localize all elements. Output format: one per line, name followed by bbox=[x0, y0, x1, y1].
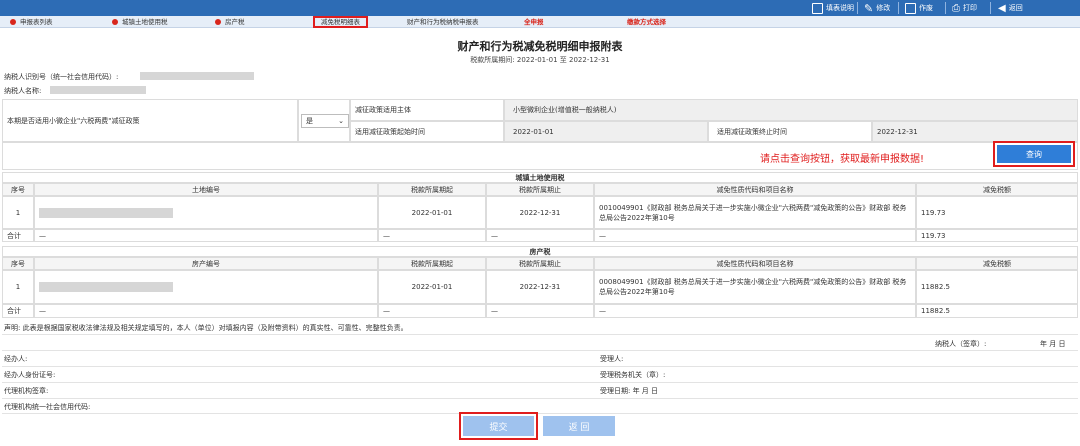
query-button[interactable]: 查询 bbox=[997, 145, 1071, 163]
red-dot-icon bbox=[215, 19, 221, 25]
house-row-code: 0008049901《财政部 税务总局关于进一步实施小微企业"六税两费"减免政策… bbox=[594, 270, 916, 304]
house-tax-section-title: 房产税 bbox=[2, 246, 1078, 257]
house-row-seq: 1 bbox=[2, 270, 34, 304]
policy-start-label: 适用减征政策起始时间 bbox=[350, 121, 504, 142]
house-row-number bbox=[34, 270, 378, 304]
tax-period: 税款所属期间: 2022-01-01 至 2022-12-31 bbox=[470, 56, 610, 64]
col-period-end: 税款所属期止 bbox=[486, 183, 594, 196]
policy-end-value: 2022-12-31 bbox=[872, 121, 1078, 142]
col-period-start: 税款所属期起 bbox=[378, 183, 486, 196]
tab-land-use-tax[interactable]: 城镇土地使用税 bbox=[112, 16, 168, 28]
land-row-code: 0010049901《财政部 税务总局关于进一步实施小微企业"六税两费"减免政策… bbox=[594, 196, 916, 229]
tab-tax-relief-detail[interactable]: 减免税明细表 bbox=[313, 16, 368, 28]
land-row-start: 2022-01-01 bbox=[378, 196, 486, 229]
void-document-icon bbox=[905, 2, 916, 14]
top-toolbar: 填表说明 ✎ 修改 作废 ⎙ 打印 ◀ 返回 bbox=[0, 0, 1080, 16]
red-dot-icon bbox=[10, 19, 16, 25]
list-icon bbox=[812, 2, 823, 14]
agency-code-label: 代理机构统一社会信用代码: bbox=[4, 403, 91, 411]
col-period-end: 税款所属期止 bbox=[486, 257, 594, 270]
taxpayer-sign-date: 年 月 日 bbox=[1040, 340, 1066, 348]
page-title: 财产和行为税减免税明细申报附表 bbox=[457, 40, 623, 53]
tab-bar: 申报表列表 城镇土地使用税 房产税 减免税明细表 财产和行为税纳税申报表 全申报… bbox=[0, 16, 1080, 28]
policy-end-label: 适用减征政策终止时间 bbox=[708, 121, 872, 142]
declaration-text: 声明: 此表是根据国家税收法律法规及相关规定填写的，本人（单位）对填报内容（及附… bbox=[4, 324, 408, 332]
edit-pen-icon: ✎ bbox=[864, 1, 874, 15]
col-seq: 序号 bbox=[2, 257, 34, 270]
land-row-seq: 1 bbox=[2, 196, 34, 229]
submit-button[interactable]: 提交 bbox=[463, 416, 534, 436]
edit-button[interactable]: ✎ 修改 bbox=[864, 0, 890, 16]
policy-subject-value: 小型微利企业(增值税一般纳税人) bbox=[504, 99, 1078, 121]
land-tax-section-title: 城镇土地使用税 bbox=[2, 172, 1078, 183]
tab-property-behavior-tax[interactable]: 财产和行为税纳税申报表 bbox=[407, 16, 479, 28]
policy-answer-select[interactable]: 是 ⌄ bbox=[301, 113, 349, 128]
print-button[interactable]: ⎙ 打印 bbox=[952, 0, 977, 16]
receiver-label: 受理人: bbox=[600, 355, 624, 363]
masked-taxpayer-name bbox=[50, 86, 146, 94]
red-dot-icon bbox=[112, 19, 118, 25]
masked-house-number bbox=[39, 282, 173, 292]
agent-label: 经办人: bbox=[4, 355, 28, 363]
back-button[interactable]: ◀ 返回 bbox=[998, 0, 1023, 16]
chevron-down-icon: ⌄ bbox=[338, 116, 344, 125]
house-row-amount: 11882.5 bbox=[916, 270, 1078, 304]
policy-start-value: 2022-01-01 bbox=[504, 121, 708, 142]
policy-subject-label: 减征政策适用主体 bbox=[350, 99, 504, 121]
return-button[interactable]: 返 回 bbox=[543, 416, 615, 436]
house-total-label: 合计 bbox=[2, 304, 34, 318]
col-relief-amount: 减免税额 bbox=[916, 183, 1078, 196]
tab-full-declaration[interactable]: 全申报 bbox=[524, 16, 544, 28]
agent-id-label: 经办人身份证号: bbox=[4, 371, 56, 379]
col-land-no: 土地编号 bbox=[34, 183, 378, 196]
house-total-amount: 11882.5 bbox=[916, 304, 1078, 318]
col-house-no: 房产编号 bbox=[34, 257, 378, 270]
col-seq: 序号 bbox=[2, 183, 34, 196]
col-period-start: 税款所属期起 bbox=[378, 257, 486, 270]
void-button[interactable]: 作废 bbox=[905, 0, 933, 16]
tab-declaration-list[interactable]: 申报表列表 bbox=[10, 16, 53, 28]
house-row-end: 2022-12-31 bbox=[486, 270, 594, 304]
land-total-label: 合计 bbox=[2, 229, 34, 242]
house-row-start: 2022-01-01 bbox=[378, 270, 486, 304]
col-relief-code: 减免性质代码和项目名称 bbox=[594, 183, 916, 196]
agency-sign-label: 代理机构签章: bbox=[4, 387, 49, 395]
masked-land-number bbox=[39, 207, 173, 218]
tax-office-label: 受理税务机关（章）: bbox=[600, 371, 666, 379]
land-row-end: 2022-12-31 bbox=[486, 196, 594, 229]
printer-icon: ⎙ bbox=[952, 2, 960, 14]
taxpayer-id-label: 纳税人识别号（统一社会信用代码）: bbox=[4, 73, 119, 81]
col-relief-code: 减免性质代码和项目名称 bbox=[594, 257, 916, 270]
refresh-notice: 请点击查询按钮，获取最新申报数据! bbox=[760, 154, 925, 165]
land-row-number bbox=[34, 196, 378, 229]
col-relief-amount: 减免税额 bbox=[916, 257, 1078, 270]
instructions-button[interactable]: 填表说明 bbox=[812, 0, 854, 16]
masked-taxpayer-id bbox=[140, 72, 254, 80]
tab-payment-method[interactable]: 缴款方式选择 bbox=[627, 16, 666, 28]
taxpayer-sign-label: 纳税人（签章）: bbox=[935, 340, 987, 348]
receive-date-label: 受理日期: 年 月 日 bbox=[600, 387, 659, 395]
back-arrow-icon: ◀ bbox=[998, 2, 1006, 14]
taxpayer-name-label: 纳税人名称: bbox=[4, 87, 42, 95]
land-total-amount: 119.73 bbox=[916, 229, 1078, 242]
policy-question: 本期是否适用小微企业"六税两费"减征政策 bbox=[2, 99, 298, 142]
land-row-amount: 119.73 bbox=[916, 196, 1078, 229]
tab-property-tax[interactable]: 房产税 bbox=[215, 16, 245, 28]
